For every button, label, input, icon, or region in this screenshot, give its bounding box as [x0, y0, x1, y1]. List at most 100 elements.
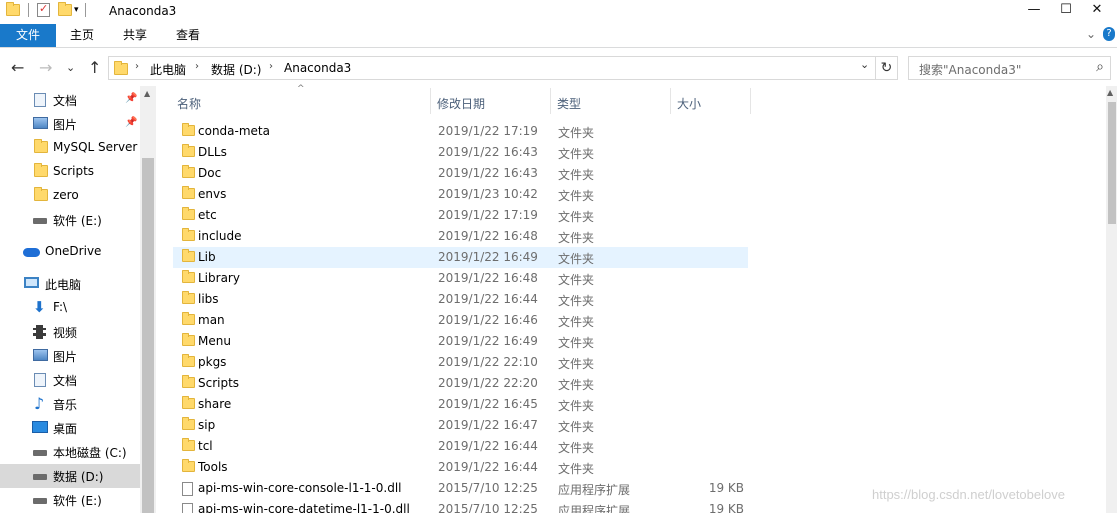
ribbon-collapse-icon[interactable]: ⌄: [1086, 27, 1096, 41]
nav-item-videos[interactable]: 视频: [0, 320, 140, 344]
nav-item-onedrive[interactable]: OneDrive: [0, 240, 140, 264]
nav-item-documents[interactable]: 文档: [0, 368, 140, 392]
nav-item-drive-c[interactable]: 本地磁盘 (C:): [0, 440, 140, 464]
file-row[interactable]: Scripts 2019/1/22 22:20 文件夹: [173, 373, 748, 394]
file-size: 19 KB: [708, 502, 744, 513]
pin-icon[interactable]: 📌: [125, 93, 137, 104]
nav-item-music[interactable]: ♪ 音乐: [0, 392, 140, 416]
file-row[interactable]: Lib 2019/1/22 16:49 文件夹: [173, 247, 748, 268]
nav-item-this-pc[interactable]: 此电脑: [0, 272, 140, 296]
file-modified-date: 2019/1/22 16:43: [438, 166, 538, 180]
file-row[interactable]: include 2019/1/22 16:48 文件夹: [173, 226, 748, 247]
folder-icon: [34, 187, 48, 201]
tab-file[interactable]: 文件: [0, 24, 56, 47]
watermark: https://blog.csdn.net/lovetobelove: [872, 487, 1065, 502]
column-divider[interactable]: [430, 88, 431, 114]
new-folder-icon[interactable]: [58, 2, 72, 16]
file-name: Library: [198, 271, 240, 285]
nav-item-drive-e[interactable]: 软件 (E:): [0, 488, 140, 512]
folder-icon: [34, 163, 48, 177]
nav-item-pictures-pinned[interactable]: 图片 📌: [0, 112, 140, 136]
nav-pane-scrollbar[interactable]: ▲: [140, 86, 156, 513]
scroll-up-icon[interactable]: ▲: [144, 89, 150, 98]
file-row[interactable]: conda-meta 2019/1/22 17:19 文件夹: [173, 121, 748, 142]
column-header-size[interactable]: 大小: [677, 95, 701, 112]
file-row[interactable]: api-ms-win-core-console-l1-1-0.dll 2015/7…: [173, 478, 748, 499]
folder-icon: [34, 139, 48, 153]
search-box[interactable]: 搜索"Anaconda3" ⌕: [908, 56, 1111, 80]
file-row[interactable]: Library 2019/1/22 16:48 文件夹: [173, 268, 748, 289]
breadcrumb-drive-d[interactable]: 数据 (D:): [211, 61, 261, 78]
back-button[interactable]: ←: [11, 58, 24, 77]
pin-icon[interactable]: 📌: [125, 117, 137, 128]
drive-icon: [33, 450, 47, 456]
file-row[interactable]: pkgs 2019/1/22 22:10 文件夹: [173, 352, 748, 373]
file-modified-date: 2019/1/22 16:46: [438, 313, 538, 327]
refresh-button[interactable]: ↻: [876, 56, 898, 80]
breadcrumb-separator[interactable]: ›: [135, 61, 139, 72]
column-header-name[interactable]: 名称: [177, 95, 201, 112]
file-row[interactable]: share 2019/1/22 16:45 文件夹: [173, 394, 748, 415]
properties-icon[interactable]: [37, 2, 50, 17]
file-list-scrollbar[interactable]: ▲: [1106, 86, 1117, 513]
file-modified-date: 2019/1/22 16:43: [438, 145, 538, 159]
file-row[interactable]: etc 2019/1/22 17:19 文件夹: [173, 205, 748, 226]
file-row[interactable]: Menu 2019/1/22 16:49 文件夹: [173, 331, 748, 352]
breadcrumb-anaconda3[interactable]: Anaconda3: [284, 61, 351, 75]
nav-item-drive-d[interactable]: 数据 (D:): [0, 464, 140, 488]
close-button[interactable]: ✕: [1074, 0, 1117, 22]
file-row[interactable]: api-ms-win-core-datetime-l1-1-0.dll 2015/…: [173, 499, 748, 513]
file-row[interactable]: libs 2019/1/22 16:44 文件夹: [173, 289, 748, 310]
scroll-up-icon[interactable]: ▲: [1107, 88, 1113, 97]
column-divider[interactable]: [670, 88, 671, 114]
recent-locations-button[interactable]: ⌄: [66, 61, 75, 74]
column-divider[interactable]: [750, 88, 751, 114]
nav-item-f-drive[interactable]: ⬇ F:\: [0, 296, 140, 320]
nav-item-zero[interactable]: zero: [0, 184, 140, 208]
search-input[interactable]: 搜索"Anaconda3": [919, 61, 1021, 78]
file-row[interactable]: Tools 2019/1/22 16:44 文件夹: [173, 457, 748, 478]
window-title: Anaconda3: [109, 4, 177, 18]
tab-view[interactable]: 查看: [168, 24, 208, 47]
tab-share[interactable]: 共享: [115, 24, 155, 47]
customize-toolbar-chevron-icon[interactable]: ▾: [74, 5, 79, 15]
nav-item-documents-pinned[interactable]: 文档 📌: [0, 88, 140, 112]
column-header-date[interactable]: 修改日期: [437, 95, 485, 112]
help-icon[interactable]: ?: [1103, 27, 1115, 41]
up-button[interactable]: ↑: [88, 58, 101, 77]
address-dropdown-icon[interactable]: ⌄: [860, 58, 869, 71]
file-type: 文件夹: [558, 378, 595, 392]
nav-item-scripts[interactable]: Scripts: [0, 160, 140, 184]
document-icon: [34, 93, 46, 107]
address-bar[interactable]: › 此电脑 › 数据 (D:) › Anaconda3: [108, 56, 876, 80]
breadcrumb-separator[interactable]: ›: [195, 61, 199, 72]
nav-item-mysql-server[interactable]: MySQL Server: [0, 136, 140, 160]
file-row[interactable]: Doc 2019/1/22 16:43 文件夹: [173, 163, 748, 184]
file-modified-date: 2019/1/22 16:48: [438, 229, 538, 243]
nav-item-drive-e-quick[interactable]: 软件 (E:): [0, 208, 140, 232]
file-row[interactable]: sip 2019/1/22 16:47 文件夹: [173, 415, 748, 436]
nav-item-pictures[interactable]: 图片: [0, 344, 140, 368]
breadcrumb-this-pc[interactable]: 此电脑: [150, 61, 186, 78]
scrollbar-thumb[interactable]: [142, 158, 154, 513]
folder-icon: [182, 165, 195, 178]
file-name: tcl: [198, 439, 213, 453]
pictures-icon: [33, 349, 48, 361]
column-divider[interactable]: [550, 88, 551, 114]
column-header-type[interactable]: 类型: [557, 95, 581, 112]
file-row[interactable]: man 2019/1/22 16:46 文件夹: [173, 310, 748, 331]
file-name: man: [198, 313, 225, 327]
folder-icon: [182, 291, 195, 304]
file-row[interactable]: envs 2019/1/23 10:42 文件夹: [173, 184, 748, 205]
search-icon[interactable]: ⌕: [1096, 59, 1104, 75]
tab-home[interactable]: 主页: [62, 24, 102, 47]
scrollbar-thumb[interactable]: [1108, 102, 1116, 224]
file-row[interactable]: tcl 2019/1/22 16:44 文件夹: [173, 436, 748, 457]
drive-icon: [33, 498, 47, 504]
file-row[interactable]: DLLs 2019/1/22 16:43 文件夹: [173, 142, 748, 163]
file-type: 文件夹: [558, 168, 595, 182]
nav-item-desktop[interactable]: 桌面: [0, 416, 140, 440]
address-row: ← → ⌄ ↑ › 此电脑 › 数据 (D:) › Anaconda3 ⌄ ↻ …: [0, 54, 1117, 82]
forward-button[interactable]: →: [39, 58, 52, 77]
breadcrumb-separator[interactable]: ›: [269, 61, 273, 72]
